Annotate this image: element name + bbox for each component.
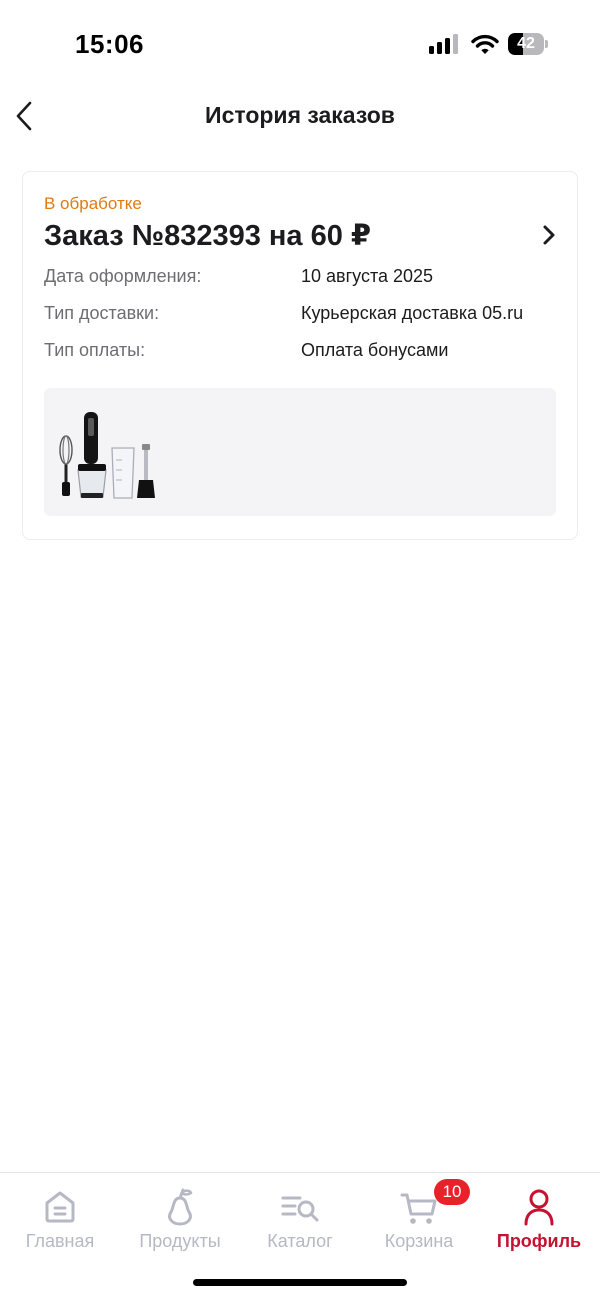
order-date-label: Дата оформления:: [44, 266, 202, 286]
catalog-search-icon: [281, 1196, 319, 1222]
cart-count-badge: 10: [434, 1179, 470, 1205]
order-products: [44, 388, 556, 516]
home-indicator: [193, 1279, 407, 1286]
product-thumbnail: [59, 412, 155, 499]
status-time: 15:06: [75, 29, 144, 59]
tab-catalog[interactable]: Каталог: [240, 1179, 360, 1259]
payment-type-value: Оплата бонусами: [301, 340, 449, 360]
page-title: История заказов: [205, 102, 395, 128]
pear-icon: [168, 1188, 193, 1226]
order-title: Заказ №832393 на 60 ₽: [44, 220, 372, 252]
profile-icon: [524, 1189, 554, 1226]
nav-header: История заказов: [0, 90, 600, 142]
payment-type-row: Тип оплаты: Оплата бонусами: [44, 340, 564, 366]
payment-type-label: Тип оплаты:: [44, 340, 146, 360]
delivery-type-row: Тип доставки: Курьерская доставка 05.ru: [44, 303, 564, 329]
delivery-type-label: Тип доставки:: [44, 303, 160, 323]
battery-level: 42: [517, 35, 535, 52]
chevron-right-icon: [543, 225, 555, 245]
tab-cart-label: Корзина: [384, 1231, 454, 1251]
tab-profile-label: Профиль: [496, 1231, 582, 1251]
order-date-row: Дата оформления: 10 августа 2025: [44, 266, 564, 292]
tab-home-label: Главная: [25, 1231, 95, 1251]
status-bar: 15:06 42: [0, 0, 600, 90]
order-card[interactable]: В обработке Заказ №832393 на 60 ₽ Дата о…: [22, 171, 578, 540]
order-status: В обработке: [44, 194, 142, 213]
tab-products-label: Продукты: [139, 1231, 221, 1251]
cart-icon: [400, 1193, 437, 1224]
home-icon: [45, 1191, 75, 1223]
tab-home[interactable]: Главная: [0, 1179, 120, 1259]
order-date-value: 10 августа 2025: [301, 266, 434, 286]
tab-profile[interactable]: Профиль: [479, 1179, 599, 1259]
tab-products[interactable]: Продукты: [120, 1179, 240, 1259]
wifi-icon: [471, 34, 499, 54]
cellular-signal-icon: [429, 34, 461, 54]
tab-catalog-label: Каталог: [267, 1231, 333, 1251]
battery-icon: 42: [508, 33, 548, 55]
delivery-type-value: Курьерская доставка 05.ru: [301, 303, 524, 323]
